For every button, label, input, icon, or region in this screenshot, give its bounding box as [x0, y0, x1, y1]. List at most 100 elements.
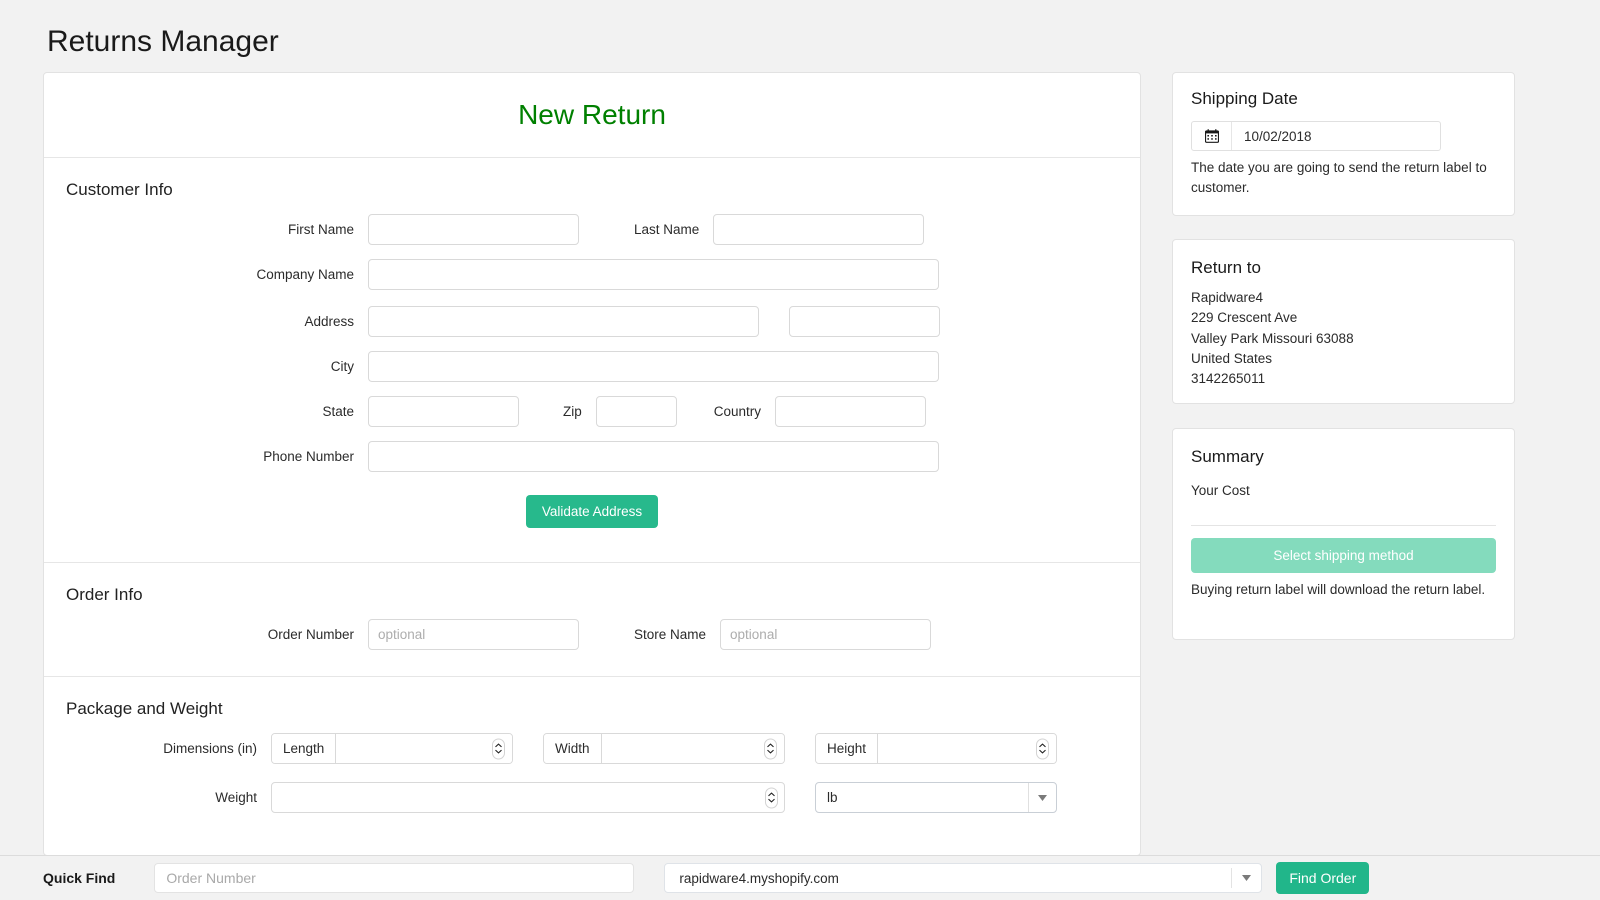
weight-row: Weight lb	[66, 782, 1118, 813]
width-prefix-label: Width	[544, 734, 602, 763]
chevron-down-icon	[1028, 783, 1047, 812]
order-row: Order Number Store Name	[66, 619, 1118, 650]
store-select-value: rapidware4.myshopify.com	[679, 870, 839, 886]
returns-manager-app: Returns Manager New Return Customer Info…	[0, 0, 1600, 900]
chevron-up-icon	[768, 792, 775, 797]
shipping-date-panel: Shipping Date 10/02/2018 The date you ar…	[1172, 72, 1515, 216]
return-address-line: 3142265011	[1191, 371, 1266, 386]
width-field-group[interactable]: Width	[543, 733, 785, 764]
new-return-title: New Return	[518, 99, 666, 130]
weight-unit-select[interactable]: lb	[815, 782, 1057, 813]
dimensions-row: Dimensions (in) Length Width Height	[66, 733, 1118, 764]
width-input-wrap	[601, 734, 784, 763]
phone-input[interactable]	[368, 441, 939, 472]
order-info-section: Order Info Order Number Store Name	[44, 562, 1140, 676]
customer-info-section: Customer Info First Name Last Name Compa…	[44, 158, 1140, 562]
return-to-panel: Return to Rapidware4 229 Crescent Ave Va…	[1172, 239, 1515, 404]
phone-label: Phone Number	[263, 448, 354, 464]
return-address-line: United States	[1191, 350, 1273, 366]
quick-find-bar: Quick Find rapidware4.myshopify.com Find…	[0, 855, 1600, 900]
chevron-down-icon	[1039, 749, 1046, 754]
store-name-input[interactable]	[720, 619, 932, 650]
first-name-input[interactable]	[368, 214, 579, 245]
phone-row: Phone Number	[66, 441, 1118, 472]
length-input-wrap	[336, 734, 512, 763]
width-stepper[interactable]	[764, 738, 777, 759]
country-input[interactable]	[775, 396, 927, 427]
address-row: Address	[66, 306, 1118, 337]
chevron-down-icon	[1231, 868, 1252, 888]
height-stepper[interactable]	[1036, 738, 1049, 759]
card-header: New Return	[44, 73, 1140, 158]
last-name-label: Last Name	[634, 221, 700, 237]
weight-stepper[interactable]	[765, 787, 778, 808]
name-row: First Name Last Name	[66, 214, 1118, 245]
quick-find-order-number-input[interactable]	[154, 863, 635, 893]
company-name-input[interactable]	[368, 259, 939, 290]
summary-title: Summary	[1191, 447, 1264, 466]
your-cost-label: Your Cost	[1191, 483, 1250, 498]
country-label: Country	[713, 403, 762, 419]
state-zip-country-row: State Zip Country	[66, 396, 1118, 427]
weight-input[interactable]	[271, 782, 785, 813]
city-row: City	[66, 351, 1118, 382]
new-return-card: New Return Customer Info First Name Last…	[43, 72, 1141, 856]
calendar-icon[interactable]	[1192, 122, 1232, 150]
city-label: City	[330, 358, 354, 374]
summary-divider	[1191, 525, 1496, 526]
order-info-title: Order Info	[66, 585, 143, 604]
height-input-wrap	[878, 734, 1056, 763]
length-field-group[interactable]: Length	[271, 733, 513, 764]
width-input[interactable]	[601, 734, 784, 763]
height-prefix-label: Height	[816, 734, 879, 763]
zip-input[interactable]	[595, 396, 677, 427]
weight-input-wrap	[271, 782, 785, 813]
package-weight-section: Package and Weight Dimensions (in) Lengt…	[44, 676, 1140, 837]
zip-label: Zip	[563, 403, 582, 419]
summary-note: Buying return label will download the re…	[1191, 582, 1486, 597]
store-select[interactable]: rapidware4.myshopify.com	[664, 863, 1263, 893]
address-label: Address	[304, 313, 354, 329]
validate-row: Validate Address	[66, 486, 1118, 552]
length-stepper[interactable]	[492, 738, 505, 759]
quick-find-label: Quick Find	[43, 870, 116, 886]
customer-info-title: Customer Info	[66, 180, 173, 199]
height-input[interactable]	[878, 734, 1056, 763]
chevron-down-icon	[767, 749, 774, 754]
weight-label: Weight	[215, 789, 257, 805]
return-address-line: Valley Park Missouri 63088	[1191, 330, 1354, 346]
address-line1-input[interactable]	[368, 306, 759, 337]
select-shipping-method-button[interactable]: Select shipping method	[1191, 538, 1496, 573]
chevron-up-icon	[767, 743, 774, 748]
chevron-down-icon	[768, 798, 775, 803]
state-label: State	[322, 403, 354, 419]
chevron-up-icon	[495, 743, 502, 748]
store-name-label: Store Name	[634, 626, 707, 642]
validate-address-button[interactable]: Validate Address	[525, 495, 659, 528]
return-address-line: Rapidware4	[1191, 290, 1264, 305]
company-row: Company Name	[66, 259, 1118, 290]
chevron-down-icon	[495, 749, 502, 754]
height-field-group[interactable]: Height	[815, 733, 1057, 764]
city-input[interactable]	[368, 351, 939, 382]
order-number-input[interactable]	[368, 619, 579, 650]
last-name-input[interactable]	[713, 214, 925, 245]
shipping-date-value[interactable]: 10/02/2018	[1232, 122, 1440, 150]
shipping-date-note: The date you are going to send the retur…	[1191, 160, 1487, 195]
length-prefix-label: Length	[272, 734, 337, 763]
return-address-line: 229 Crescent Ave	[1191, 310, 1298, 326]
state-input[interactable]	[368, 396, 519, 427]
shipping-date-field[interactable]: 10/02/2018	[1191, 121, 1441, 151]
dimensions-label: Dimensions (in)	[163, 740, 257, 756]
package-weight-title: Package and Weight	[66, 699, 223, 718]
page-title: Returns Manager	[47, 25, 279, 58]
first-name-label: First Name	[287, 221, 354, 237]
weight-unit-value: lb	[827, 790, 838, 805]
length-input[interactable]	[336, 734, 512, 763]
address-line2-input[interactable]	[789, 306, 940, 337]
find-order-button[interactable]: Find Order	[1276, 862, 1370, 894]
chevron-up-icon	[1039, 743, 1046, 748]
shipping-date-title: Shipping Date	[1191, 89, 1298, 108]
company-name-label: Company Name	[256, 266, 354, 282]
return-to-title: Return to	[1191, 258, 1261, 277]
